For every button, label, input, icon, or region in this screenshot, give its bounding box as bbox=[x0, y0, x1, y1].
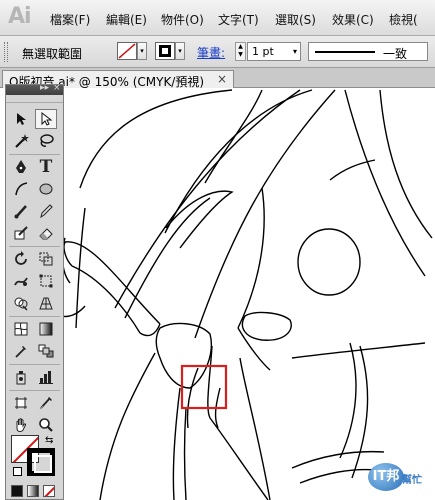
line-art-drawing bbox=[59, 89, 433, 500]
magic-wand-tool-icon[interactable] bbox=[10, 131, 32, 151]
watermark-text: 幫忙 bbox=[402, 475, 422, 486]
tools-panel-grip[interactable] bbox=[6, 96, 63, 103]
tool-divider bbox=[9, 364, 60, 365]
gradient-tool-icon[interactable] bbox=[35, 319, 57, 339]
default-colors-icon[interactable] bbox=[13, 467, 22, 476]
paintbrush-tool-icon[interactable] bbox=[10, 201, 32, 221]
tool-divider bbox=[9, 316, 60, 317]
tool-divider bbox=[9, 154, 60, 155]
chevron-down-icon: ▾ bbox=[292, 47, 297, 56]
stroke-weight-field[interactable]: 1 pt ▾ bbox=[247, 42, 301, 61]
artboard-tool-icon[interactable] bbox=[10, 393, 32, 413]
menu-edit[interactable]: 編輯(E) bbox=[106, 11, 147, 28]
tools-panel: ▸▸ × T ⇆ bbox=[5, 83, 64, 500]
artboard-canvas[interactable] bbox=[0, 88, 435, 500]
stroke-profile-select[interactable]: 一致 bbox=[308, 42, 428, 61]
direct-selection-tool-icon[interactable] bbox=[35, 109, 57, 129]
menu-file[interactable]: 檔案(F) bbox=[50, 11, 90, 28]
stroke-panel-link[interactable]: 筆畫: bbox=[197, 44, 225, 61]
symbol-sprayer-tool-icon[interactable] bbox=[10, 367, 32, 387]
column-graph-tool-icon[interactable] bbox=[35, 367, 57, 387]
close-panel-icon[interactable]: × bbox=[53, 83, 61, 93]
menu-view[interactable]: 檢視( bbox=[389, 11, 418, 28]
selection-status: 無選取範圍 bbox=[22, 47, 83, 61]
slice-tool-icon[interactable] bbox=[35, 393, 57, 413]
swap-fill-stroke-icon[interactable]: ⇆ bbox=[45, 435, 53, 446]
collapse-panel-icon[interactable]: ▸▸ bbox=[40, 83, 49, 93]
stroke-profile-label: 一致 bbox=[383, 47, 408, 61]
blend-tool-icon[interactable] bbox=[35, 341, 57, 361]
tool-divider bbox=[9, 246, 60, 247]
gradient-mode-icon[interactable] bbox=[27, 485, 39, 497]
shape-builder-tool-icon[interactable] bbox=[10, 293, 32, 313]
hand-tool-icon[interactable] bbox=[10, 415, 32, 435]
stroke-dropdown-arrow[interactable]: ▾ bbox=[175, 42, 185, 60]
menu-effect[interactable]: 效果(C) bbox=[332, 11, 374, 28]
free-transform-tool-icon[interactable] bbox=[35, 271, 57, 291]
fill-stroke-widget[interactable]: ⇆ bbox=[11, 435, 57, 476]
scale-tool-icon[interactable] bbox=[35, 249, 57, 269]
fill-dropdown-arrow[interactable]: ▾ bbox=[137, 42, 147, 60]
color-mode-icon[interactable] bbox=[11, 485, 23, 497]
eraser-tool-icon[interactable] bbox=[35, 223, 57, 243]
rotate-tool-icon[interactable] bbox=[10, 249, 32, 269]
profile-line-preview bbox=[315, 51, 375, 53]
color-mode-buttons bbox=[11, 485, 61, 498]
close-icon[interactable]: × bbox=[217, 72, 227, 86]
tools-panel-header[interactable]: ▸▸ × bbox=[6, 83, 63, 95]
zoom-tool-icon[interactable] bbox=[35, 415, 57, 435]
ellipse-tool-icon[interactable] bbox=[35, 179, 57, 199]
menu-object[interactable]: 物件(O) bbox=[161, 11, 204, 28]
menu-bar: Ai 檔案(F) 編輯(E) 物件(O) 文字(T) 選取(S) 效果(C) 檢… bbox=[0, 0, 435, 36]
eyedropper-tool-icon[interactable] bbox=[10, 341, 32, 361]
tool-divider bbox=[9, 390, 60, 391]
ithome-watermark: IT邦 幫忙 bbox=[368, 463, 432, 495]
warp-tool-icon[interactable] bbox=[10, 271, 32, 291]
document-tab-bar: O版初音.ai* @ 150% (CMYK/預視) × bbox=[0, 68, 435, 89]
stroke-color-box[interactable] bbox=[27, 448, 55, 476]
menu-select[interactable]: 選取(S) bbox=[275, 11, 316, 28]
lasso-tool-icon[interactable] bbox=[35, 131, 57, 151]
pencil-tool-icon[interactable] bbox=[35, 201, 57, 221]
fill-swatch[interactable] bbox=[117, 42, 137, 60]
blob-brush-tool-icon[interactable] bbox=[10, 223, 32, 243]
perspective-grid-tool-icon[interactable] bbox=[35, 293, 57, 313]
stroke-color-icon bbox=[159, 45, 171, 57]
illustrator-logo: Ai bbox=[8, 4, 32, 29]
stroke-swatch[interactable] bbox=[155, 42, 175, 60]
stroke-weight-value: 1 pt bbox=[252, 45, 274, 58]
watermark-badge: IT邦 bbox=[368, 463, 404, 491]
none-fill-icon bbox=[118, 43, 136, 59]
pen-tool-icon[interactable] bbox=[10, 157, 32, 177]
none-mode-icon[interactable] bbox=[43, 485, 55, 497]
type-tool-icon[interactable]: T bbox=[35, 157, 57, 177]
selection-tool-icon[interactable] bbox=[10, 109, 32, 129]
stroke-weight-spinner[interactable]: ▲ ▼ bbox=[235, 42, 246, 61]
menu-type[interactable]: 文字(T) bbox=[218, 11, 259, 28]
mesh-tool-icon[interactable] bbox=[10, 319, 32, 339]
line-segment-tool-icon[interactable] bbox=[10, 179, 32, 199]
control-bar-grip[interactable] bbox=[4, 42, 8, 62]
control-bar: 無選取範圍 ▾ ▾ 筆畫: ▲ ▼ 1 pt ▾ 一致 bbox=[0, 36, 435, 68]
